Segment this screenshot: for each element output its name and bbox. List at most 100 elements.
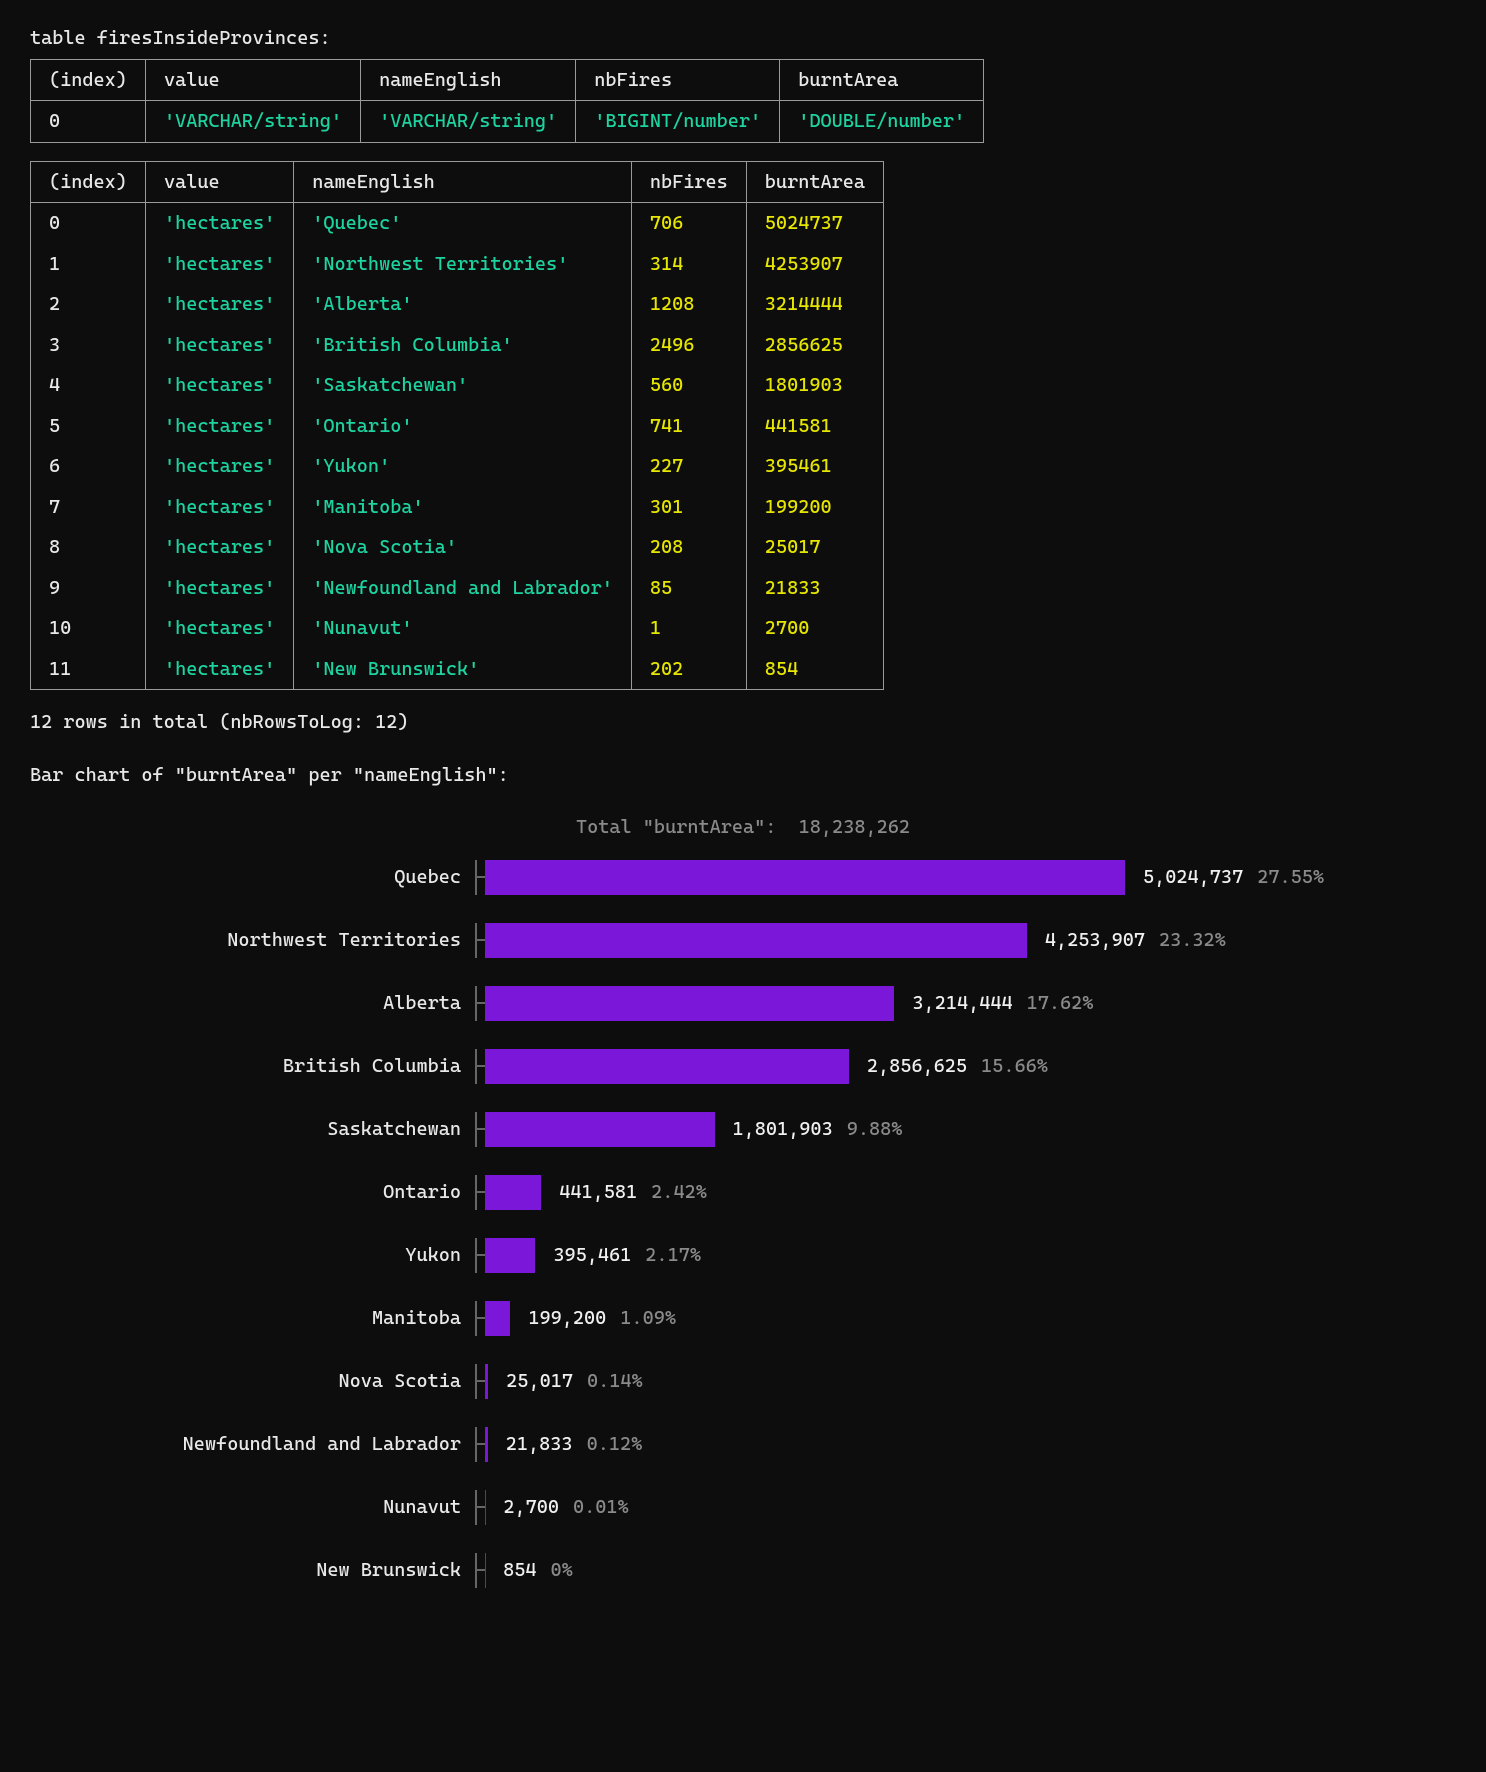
table-cell: 'New Brunswick' xyxy=(294,649,632,690)
schema-header: nbFires xyxy=(576,59,780,101)
chart-row: Alberta 3,214,44417.62% xyxy=(30,986,1456,1021)
chart-percentage-label: 0.14% xyxy=(573,1367,643,1396)
chart-bar xyxy=(485,986,894,1021)
chart-value-label: 395,461 xyxy=(535,1241,631,1270)
chart-value-label: 5,024,737 xyxy=(1125,863,1243,892)
table-cell: 2 xyxy=(31,284,146,325)
data-table: (index)valuenameEnglishnbFiresburntArea … xyxy=(30,161,884,691)
table-cell: 'hectares' xyxy=(145,325,293,366)
table-cell: 'Quebec' xyxy=(294,203,632,244)
table-cell: 'hectares' xyxy=(145,406,293,447)
chart-category-label: Quebec xyxy=(30,863,475,892)
data-header: value xyxy=(145,161,293,203)
table-cell: 1 xyxy=(631,608,746,649)
chart-percentage-label: 17.62% xyxy=(1013,989,1094,1018)
chart-row: Quebec 5,024,73727.55% xyxy=(30,860,1456,895)
chart-value-label: 199,200 xyxy=(510,1304,606,1333)
axis-tick xyxy=(475,1490,485,1525)
table-cell: 441581 xyxy=(746,406,883,447)
table-cell: 5024737 xyxy=(746,203,883,244)
chart-row: Nunavut2,7000.01% xyxy=(30,1490,1456,1525)
table-cell: 'hectares' xyxy=(145,527,293,568)
table-cell: 'VARCHAR/string' xyxy=(145,101,360,143)
table-cell: 6 xyxy=(31,446,146,487)
chart-category-label: Alberta xyxy=(30,989,475,1018)
chart-percentage-label: 15.66% xyxy=(967,1052,1048,1081)
schema-header: value xyxy=(145,59,360,101)
table-cell: 395461 xyxy=(746,446,883,487)
table-cell: 'British Columbia' xyxy=(294,325,632,366)
chart-bar-wrap: 441,5812.42% xyxy=(485,1175,1125,1210)
table-cell: 10 xyxy=(31,608,146,649)
chart-percentage-label: 27.55% xyxy=(1243,863,1324,892)
schema-table: (index)valuenameEnglishnbFiresburntArea … xyxy=(30,59,984,143)
chart-row: New Brunswick8540% xyxy=(30,1553,1456,1588)
chart-bar xyxy=(485,1238,535,1273)
table-cell: 11 xyxy=(31,649,146,690)
data-header: burntArea xyxy=(746,161,883,203)
chart-percentage-label: 1.09% xyxy=(606,1304,676,1333)
axis-tick xyxy=(475,986,485,1021)
table-row: 3'hectares''British Columbia'24962856625 xyxy=(31,325,884,366)
chart-row: British Columbia2,856,62515.66% xyxy=(30,1049,1456,1084)
table-row: 6'hectares''Yukon'227395461 xyxy=(31,446,884,487)
chart-category-label: Manitoba xyxy=(30,1304,475,1333)
chart-total-value: 18,238,262 xyxy=(799,816,910,838)
table-cell: 'Nunavut' xyxy=(294,608,632,649)
chart-row: Northwest Territories4,253,90723.32% xyxy=(30,923,1456,958)
chart-bar-wrap: 3,214,44417.62% xyxy=(485,986,1125,1021)
chart-value-label: 2,856,625 xyxy=(849,1052,967,1081)
chart-heading: Bar chart of "burntArea" per "nameEnglis… xyxy=(30,761,1456,790)
table-cell: 'hectares' xyxy=(145,244,293,285)
table-cell: 9 xyxy=(31,568,146,609)
chart-row: Newfoundland and Labrador21,8330.12% xyxy=(30,1427,1456,1462)
table-cell: 741 xyxy=(631,406,746,447)
table-cell: 'hectares' xyxy=(145,284,293,325)
table-cell: 'hectares' xyxy=(145,608,293,649)
chart-value-label: 4,253,907 xyxy=(1027,926,1145,955)
table-cell: 1 xyxy=(31,244,146,285)
bar-chart: Quebec 5,024,73727.55% Northwest Territori… xyxy=(30,860,1456,1588)
table-row: 5'hectares''Ontario'741441581 xyxy=(31,406,884,447)
table-cell: 'hectares' xyxy=(145,649,293,690)
chart-category-label: Ontario xyxy=(30,1178,475,1207)
table-row: 8'hectares''Nova Scotia'20825017 xyxy=(31,527,884,568)
table-cell: 85 xyxy=(631,568,746,609)
chart-value-label: 441,581 xyxy=(541,1178,637,1207)
chart-row: Nova Scotia 25,0170.14% xyxy=(30,1364,1456,1399)
table-cell: 1208 xyxy=(631,284,746,325)
chart-bar-wrap: 1,801,9039.88% xyxy=(485,1112,1125,1147)
table-cell: 5 xyxy=(31,406,146,447)
chart-percentage-label: 9.88% xyxy=(833,1115,903,1144)
table-cell: 'Saskatchewan' xyxy=(294,365,632,406)
axis-tick xyxy=(475,1364,485,1399)
table-row: 11'hectares''New Brunswick'202854 xyxy=(31,649,884,690)
chart-value-label: 854 xyxy=(485,1556,536,1585)
table-cell: 25017 xyxy=(746,527,883,568)
axis-tick xyxy=(475,1553,485,1588)
chart-bar-wrap: 25,0170.14% xyxy=(485,1364,1125,1399)
axis-tick xyxy=(475,1049,485,1084)
chart-category-label: Yukon xyxy=(30,1241,475,1270)
table-cell: 'Yukon' xyxy=(294,446,632,487)
table-cell: 560 xyxy=(631,365,746,406)
chart-category-label: New Brunswick xyxy=(30,1556,475,1585)
table-cell: 'hectares' xyxy=(145,365,293,406)
chart-bar xyxy=(485,1175,541,1210)
table-row: 2'hectares''Alberta'12083214444 xyxy=(31,284,884,325)
table-cell: 314 xyxy=(631,244,746,285)
chart-bar xyxy=(485,860,1125,895)
table-cell: 4253907 xyxy=(746,244,883,285)
table-cell: 2700 xyxy=(746,608,883,649)
table-cell: 'VARCHAR/string' xyxy=(361,101,576,143)
table-cell: 3214444 xyxy=(746,284,883,325)
table-cell: 227 xyxy=(631,446,746,487)
chart-bar-wrap: 21,8330.12% xyxy=(485,1427,1125,1462)
chart-bar-wrap: 5,024,73727.55% xyxy=(485,860,1324,895)
table-row: 0'hectares''Quebec'7065024737 xyxy=(31,203,884,244)
chart-category-label: Nova Scotia xyxy=(30,1367,475,1396)
table-cell: 202 xyxy=(631,649,746,690)
table-cell: 208 xyxy=(631,527,746,568)
rows-total: 12 rows in total (nbRowsToLog: 12) xyxy=(30,708,1456,737)
table-cell: 'hectares' xyxy=(145,203,293,244)
